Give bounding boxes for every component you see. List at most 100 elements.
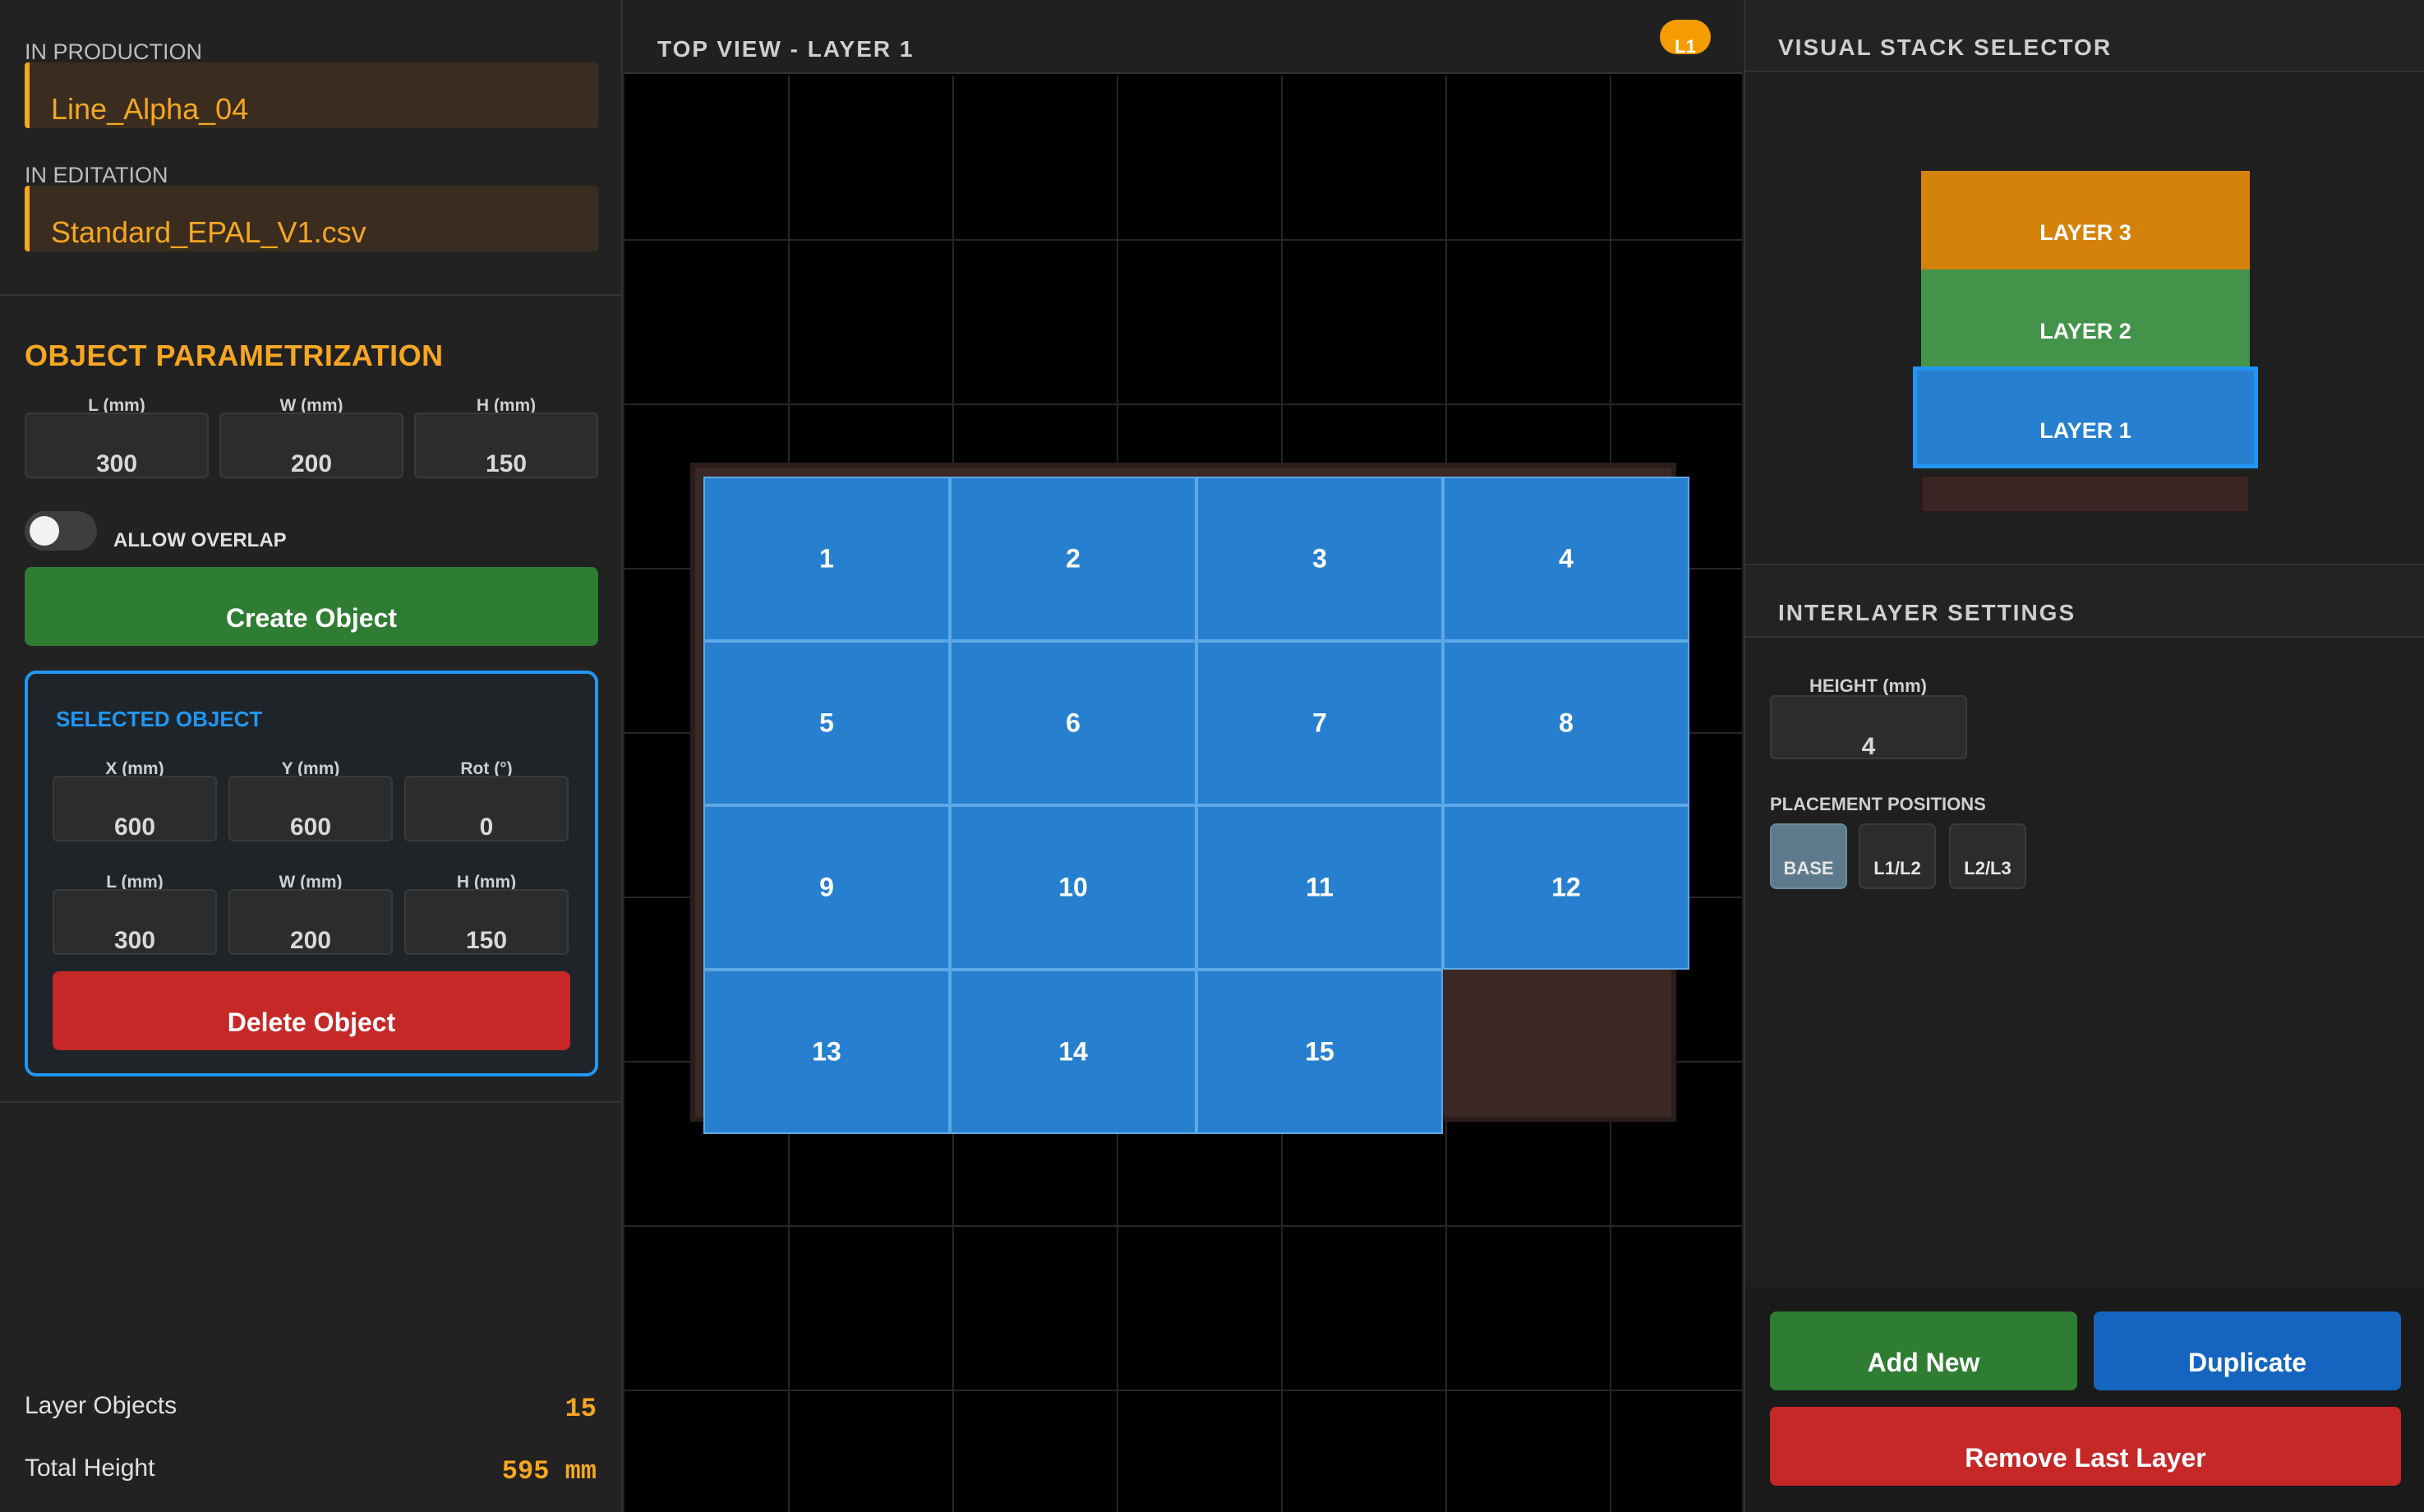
duplicate-layer-button[interactable]: Duplicate	[2094, 1311, 2401, 1390]
sel-y-value: 600	[289, 814, 332, 841]
sel-x-input[interactable]: 600	[53, 776, 217, 841]
object-tile[interactable]: 4	[1443, 477, 1689, 641]
create-object-label: Create Object	[225, 603, 398, 633]
total-height-label: Total Height	[25, 1454, 155, 1482]
object-tile-label: 3	[1312, 543, 1327, 574]
object-tile[interactable]: 1	[703, 477, 950, 641]
object-tile[interactable]: 12	[1443, 805, 1689, 970]
sel-height-value: 150	[465, 927, 508, 954]
object-tile[interactable]: 13	[703, 970, 950, 1134]
sel-y-input[interactable]: 600	[228, 776, 393, 841]
object-tile-label: 1	[819, 543, 834, 574]
interlayer-height-value: 4	[1861, 733, 1876, 759]
sel-rot-input[interactable]: 0	[404, 776, 569, 841]
layer-objects-value: 15	[565, 1394, 597, 1424]
top-view-title: TOP VIEW - LAYER 1	[657, 36, 915, 62]
sel-length-value: 300	[113, 927, 156, 954]
layer-3-block[interactable]: LAYER 3	[1921, 171, 2250, 270]
object-tile-label: 12	[1551, 872, 1581, 902]
object-tile[interactable]: 5	[703, 641, 950, 805]
layer-badge: L1	[1660, 20, 1711, 54]
position-l2-l3-label: L2/L3	[1964, 858, 2012, 878]
object-tile[interactable]: 10	[950, 805, 1196, 970]
sel-x-value: 600	[113, 814, 156, 841]
sel-height-input[interactable]: 150	[404, 889, 569, 955]
delete-object-button[interactable]: Delete Object	[53, 971, 570, 1050]
object-tile-label: 9	[819, 872, 834, 902]
sel-width-value: 200	[289, 927, 332, 954]
object-tile[interactable]: 15	[1196, 970, 1443, 1134]
object-tile-label: 2	[1066, 543, 1081, 574]
edition-label: IN EDITATION	[25, 163, 168, 187]
production-value: Line_Alpha_04	[51, 92, 249, 126]
object-tile-label: 7	[1312, 708, 1327, 738]
remove-last-layer-button[interactable]: Remove Last Layer	[1770, 1407, 2401, 1486]
param-width-value: 200	[290, 450, 333, 477]
edition-box: Standard_EPAL_V1.csv	[25, 186, 598, 251]
object-tile[interactable]: 9	[703, 805, 950, 970]
layer-objects-label: Layer Objects	[25, 1392, 177, 1419]
total-height-value: 595 mm	[501, 1456, 597, 1487]
selected-object-panel: SELECTED OBJECT X (mm) 600 Y (mm) 600 Ro…	[25, 671, 598, 1076]
position-base-label: BASE	[1783, 858, 1834, 878]
duplicate-label: Duplicate	[2187, 1348, 2307, 1377]
allow-overlap-toggle[interactable]	[25, 511, 97, 551]
divider	[0, 1101, 623, 1103]
interlayer-header: INTERLAYER SETTINGS	[1745, 564, 2424, 638]
position-l2-l3-button[interactable]: L2/L3	[1949, 823, 2026, 889]
position-l1-l2-button[interactable]: L1/L2	[1859, 823, 1936, 889]
toggle-knob	[30, 516, 59, 546]
pallet-base	[1921, 475, 2250, 513]
create-object-button[interactable]: Create Object	[25, 567, 598, 646]
object-tile[interactable]: 7	[1196, 641, 1443, 805]
object-tile-label: 6	[1066, 708, 1081, 738]
param-width-input[interactable]: 200	[219, 413, 403, 478]
sel-length-input[interactable]: 300	[53, 889, 217, 955]
object-tile[interactable]: 6	[950, 641, 1196, 805]
param-height-input[interactable]: 150	[414, 413, 598, 478]
edition-value: Standard_EPAL_V1.csv	[51, 215, 366, 249]
stack-selector-header: VISUAL STACK SELECTOR	[1745, 0, 2424, 72]
top-view-panel: TOP VIEW - LAYER 1 L1 1 2 3 4 5 6 7 8 9 10 11 12 13 1…	[624, 0, 1742, 1512]
layer-1-block[interactable]: LAYER 1	[1913, 366, 2258, 468]
selected-object-title: SELECTED OBJECT	[56, 707, 263, 731]
layer-2-block[interactable]: LAYER 2	[1921, 270, 2250, 368]
layer-1-label: LAYER 1	[2039, 418, 2131, 443]
object-tile-label: 5	[819, 708, 834, 738]
add-new-label: Add New	[1867, 1348, 1980, 1377]
object-tile-label: 8	[1559, 708, 1574, 738]
object-tile-label: 13	[812, 1036, 841, 1067]
param-length-input[interactable]: 300	[25, 413, 209, 478]
right-panel: VISUAL STACK SELECTOR LAYER 3 LAYER 2 LA…	[1744, 0, 2424, 1512]
left-panel: IN PRODUCTION Line_Alpha_04 IN EDITATION…	[0, 0, 623, 1512]
top-view-header: TOP VIEW - LAYER 1 L1	[624, 0, 1742, 74]
interlayer-height-label: HEIGHT (mm)	[1809, 675, 1927, 696]
object-tile[interactable]: 11	[1196, 805, 1443, 970]
position-base-button[interactable]: BASE	[1770, 823, 1847, 889]
stack-selector-title: VISUAL STACK SELECTOR	[1778, 35, 2113, 60]
object-tile[interactable]: 8	[1443, 641, 1689, 805]
interlayer-title: INTERLAYER SETTINGS	[1778, 600, 2076, 625]
param-length-value: 300	[95, 450, 138, 477]
object-tile-label: 15	[1305, 1036, 1334, 1067]
placement-positions-label: PLACEMENT POSITIONS	[1770, 794, 1986, 814]
position-l1-l2-label: L1/L2	[1873, 858, 1921, 878]
object-tile-label: 10	[1058, 872, 1088, 902]
object-tile-label: 14	[1058, 1036, 1088, 1067]
layer-badge-label: L1	[1675, 36, 1696, 54]
interlayer-height-input[interactable]: 4	[1770, 695, 1967, 759]
sel-rot-value: 0	[479, 814, 494, 841]
object-tile-label: 11	[1306, 872, 1334, 902]
object-tile[interactable]: 2	[950, 477, 1196, 641]
delete-object-label: Delete Object	[227, 1007, 396, 1037]
object-tile[interactable]: 14	[950, 970, 1196, 1134]
param-height-value: 150	[485, 450, 528, 477]
add-new-layer-button[interactable]: Add New	[1770, 1311, 2077, 1390]
divider	[0, 294, 623, 296]
layer-2-label: LAYER 2	[2039, 319, 2131, 343]
allow-overlap-label: ALLOW OVERLAP	[113, 529, 287, 551]
production-box: Line_Alpha_04	[25, 62, 598, 128]
object-tile[interactable]: 3	[1196, 477, 1443, 641]
sel-width-input[interactable]: 200	[228, 889, 393, 955]
layer-3-label: LAYER 3	[2039, 220, 2131, 245]
